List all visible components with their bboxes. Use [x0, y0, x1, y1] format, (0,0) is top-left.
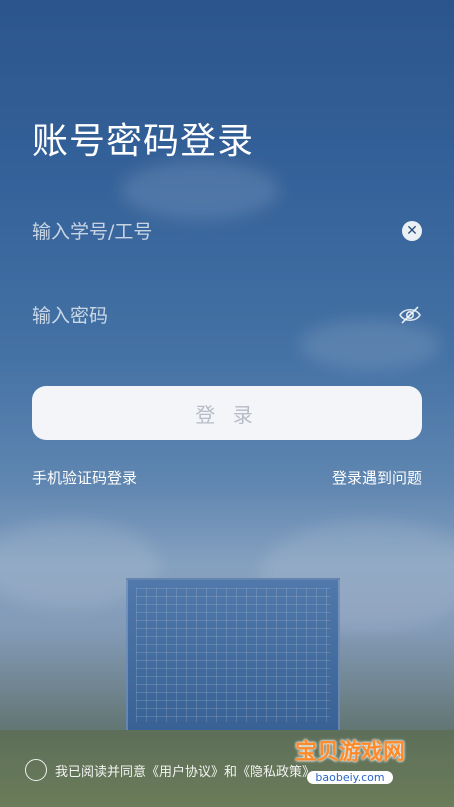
- user-agreement-link[interactable]: 《用户协议》: [146, 761, 224, 780]
- page-title: 账号密码登录: [32, 121, 255, 162]
- password-field: [32, 296, 422, 336]
- agreement-and: 和: [224, 764, 238, 780]
- agreement-row: 我已阅读并同意 《用户协议》 和 《隐私政策》: [25, 758, 315, 782]
- watermark-logo: 宝贝游戏网 baobeiy.com: [280, 734, 420, 798]
- clear-icon[interactable]: ✕: [402, 221, 422, 241]
- login-problem-link[interactable]: 登录遇到问题: [332, 467, 422, 488]
- password-input[interactable]: [32, 296, 372, 336]
- sms-login-link[interactable]: 手机验证码登录: [32, 467, 137, 488]
- watermark-logo-text: 宝贝游戏网: [294, 740, 405, 765]
- username-input[interactable]: [32, 212, 372, 252]
- username-field: ✕: [32, 212, 422, 252]
- agreement-prefix: 我已阅读并同意: [55, 764, 147, 780]
- agree-checkbox[interactable]: [25, 759, 47, 781]
- login-button[interactable]: 登 录: [32, 386, 422, 440]
- eye-hidden-icon[interactable]: [398, 304, 422, 326]
- watermark-site: baobeiy.com: [307, 771, 393, 784]
